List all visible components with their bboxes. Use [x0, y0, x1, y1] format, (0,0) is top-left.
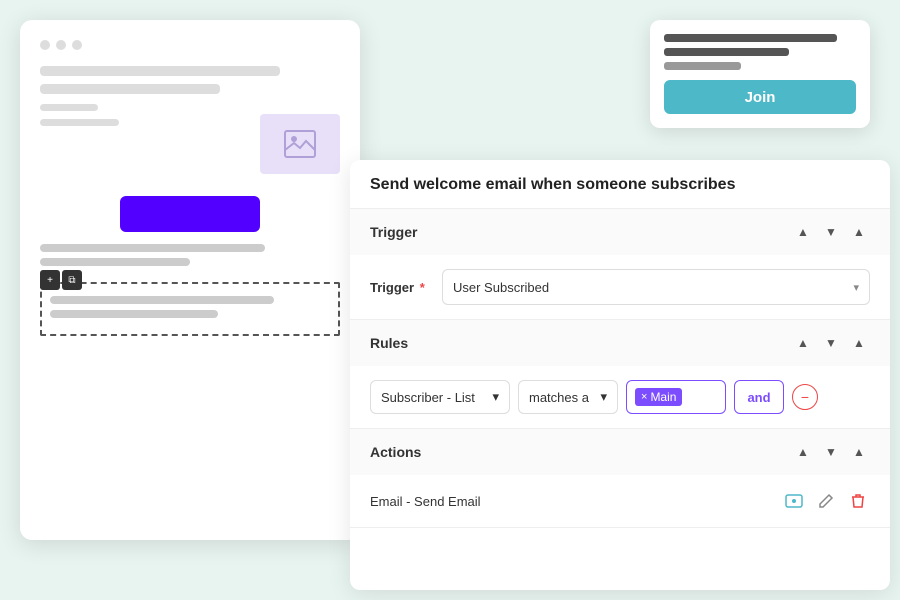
selection-tools: + ⧉	[40, 270, 82, 290]
browser-image-placeholder	[260, 114, 340, 174]
remove-rule-button[interactable]: −	[792, 384, 818, 410]
browser-line-1	[40, 66, 280, 76]
browser-mockup: + ⧉	[20, 20, 360, 540]
actions-up-button[interactable]: ▲	[792, 441, 814, 463]
rules-row: Subscriber - List ▾ matches a ▾ × Main a…	[370, 380, 870, 414]
trigger-expand-button[interactable]: ▲	[848, 221, 870, 243]
trigger-section-body: Trigger * User Subscribed ▾	[350, 255, 890, 319]
rules-section-body: Subscriber - List ▾ matches a ▾ × Main a…	[350, 366, 890, 428]
trigger-dropdown-value: User Subscribed	[453, 280, 549, 295]
actions-section-title: Actions	[370, 444, 421, 460]
actions-section-body: Email - Send Email	[350, 475, 890, 527]
browser-cta-button[interactable]	[120, 196, 260, 232]
automation-title: Send welcome email when someone subscrib…	[350, 160, 890, 209]
browser-line-4	[40, 119, 119, 126]
rules-up-button[interactable]: ▲	[792, 332, 814, 354]
trigger-up-button[interactable]: ▲	[792, 221, 814, 243]
tag-input-field[interactable]: × Main	[626, 380, 726, 414]
copy-tool-button[interactable]: ⧉	[62, 270, 82, 290]
action-label: Email - Send Email	[370, 494, 481, 509]
trigger-section-controls: ▲ ▼ ▲	[792, 221, 870, 243]
delete-icon[interactable]	[846, 489, 870, 513]
matches-label: matches a	[529, 390, 589, 405]
edit-icon[interactable]	[814, 489, 838, 513]
tag-x-icon[interactable]: ×	[641, 391, 647, 403]
rules-expand-button[interactable]: ▲	[848, 332, 870, 354]
trigger-chevron-icon: ▾	[853, 281, 859, 294]
browser-dots	[40, 40, 340, 50]
trigger-section-header: Trigger ▲ ▼ ▲	[350, 209, 890, 255]
trigger-field-label: Trigger *	[370, 280, 430, 295]
subscriber-list-dropdown[interactable]: Subscriber - List ▾	[370, 380, 510, 414]
main-tag[interactable]: × Main	[635, 388, 682, 406]
subscriber-chevron-icon: ▾	[492, 389, 499, 405]
rules-section: Rules ▲ ▼ ▲ Subscriber - List ▾ matches …	[350, 320, 890, 429]
join-line-3	[664, 62, 741, 70]
minus-icon: −	[801, 389, 809, 405]
matches-dropdown[interactable]: matches a ▾	[518, 380, 618, 414]
dot-yellow	[56, 40, 66, 50]
subscriber-list-label: Subscriber - List	[381, 390, 475, 405]
browser-line-3	[40, 104, 98, 111]
join-button[interactable]: Join	[664, 80, 856, 114]
required-indicator: *	[416, 280, 425, 295]
rules-section-title: Rules	[370, 335, 408, 351]
trigger-field-row: Trigger * User Subscribed ▾	[370, 269, 870, 305]
rules-down-button[interactable]: ▼	[820, 332, 842, 354]
join-line-1	[664, 34, 837, 42]
browser-line-2	[40, 84, 220, 94]
actions-section-header: Actions ▲ ▼ ▲	[350, 429, 890, 475]
trigger-down-button[interactable]: ▼	[820, 221, 842, 243]
dot-red	[40, 40, 50, 50]
dot-green	[72, 40, 82, 50]
automation-panel: Send welcome email when someone subscrib…	[350, 160, 890, 590]
browser-content	[40, 244, 340, 266]
action-icons	[782, 489, 870, 513]
rules-section-controls: ▲ ▼ ▲	[792, 332, 870, 354]
actions-section: Actions ▲ ▼ ▲ Email - Send Email	[350, 429, 890, 528]
trigger-dropdown[interactable]: User Subscribed ▾	[442, 269, 870, 305]
add-tool-button[interactable]: +	[40, 270, 60, 290]
actions-down-button[interactable]: ▼	[820, 441, 842, 463]
join-widget: Join	[650, 20, 870, 128]
action-row: Email - Send Email	[370, 489, 870, 513]
tag-value: Main	[650, 390, 676, 404]
rules-section-header: Rules ▲ ▼ ▲	[350, 320, 890, 366]
actions-expand-button[interactable]: ▲	[848, 441, 870, 463]
trigger-section-title: Trigger	[370, 224, 417, 240]
preview-icon[interactable]	[782, 489, 806, 513]
trigger-section: Trigger ▲ ▼ ▲ Trigger * User Subscribed …	[350, 209, 890, 320]
join-line-2	[664, 48, 789, 56]
dashed-selection-box: + ⧉	[40, 282, 340, 336]
join-widget-lines	[664, 34, 856, 70]
actions-section-controls: ▲ ▼ ▲	[792, 441, 870, 463]
matches-chevron-icon: ▾	[600, 389, 607, 405]
and-button[interactable]: and	[734, 380, 784, 414]
